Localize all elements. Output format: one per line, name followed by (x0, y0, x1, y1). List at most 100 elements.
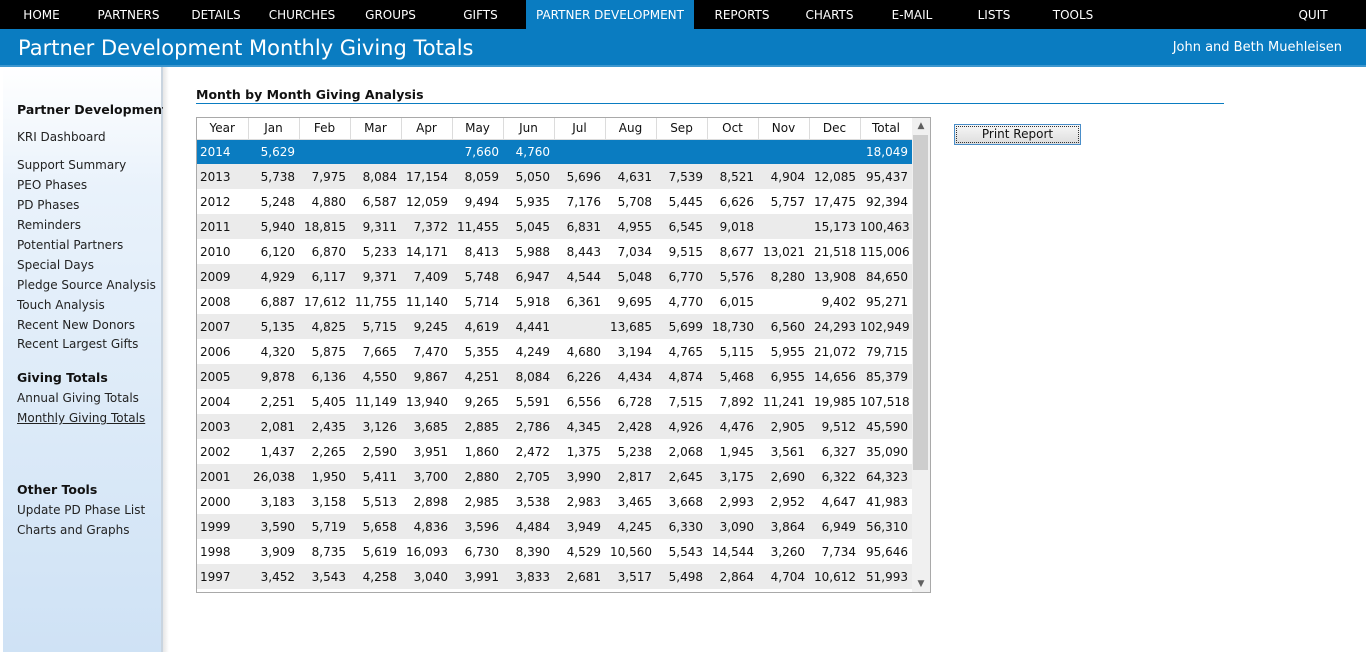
nav-home[interactable]: HOME (0, 0, 83, 29)
table-row[interactable]: 2012 5,248 4,880 6,587 12,059 9,494 5,935 7,176… (197, 189, 912, 214)
user-name: John and Beth Muehleisen (1172, 40, 1342, 55)
nav-gifts[interactable]: GIFTS (435, 0, 526, 29)
amount-cell: 6,770 (656, 264, 707, 289)
amount-cell: 7,515 (656, 389, 707, 414)
amount-cell: 6,226 (554, 364, 605, 389)
nav-lists[interactable]: LISTS (955, 0, 1033, 29)
sidebar-link-support-summary[interactable]: Support Summary (17, 158, 126, 172)
column-header-dec[interactable]: Dec (809, 118, 861, 140)
sidebar-link-annual-giving-totals[interactable]: Annual Giving Totals (17, 391, 139, 405)
amount-cell: 5,238 (605, 439, 656, 464)
amount-cell: 7,975 (299, 164, 350, 189)
nav-churches[interactable]: CHURCHES (258, 0, 346, 29)
column-header-total[interactable]: Total (860, 118, 913, 140)
sidebar-link-special-days[interactable]: Special Days (17, 258, 94, 272)
amount-cell: 4,770 (656, 289, 707, 314)
column-header-year[interactable]: Year (197, 118, 249, 140)
amount-cell: 5,411 (350, 464, 401, 489)
amount-cell: 5,050 (503, 164, 554, 189)
table-row[interactable]: 2005 9,878 6,136 4,550 9,867 4,251 8,084 6,226 4… (197, 364, 912, 389)
column-header-aug[interactable]: Aug (605, 118, 657, 140)
column-header-apr[interactable]: Apr (401, 118, 453, 140)
amount-cell: 3,175 (707, 464, 758, 489)
table-row[interactable]: 2000 3,183 3,158 5,513 2,898 2,985 3,538 2,983 3… (197, 489, 912, 514)
nav-email[interactable]: E-MAIL (869, 0, 955, 29)
nav-reports[interactable]: REPORTS (694, 0, 790, 29)
sidebar-link-recent-new-donors[interactable]: Recent New Donors (17, 318, 135, 332)
table-row[interactable]: 1998 3,909 8,735 5,619 16,093 6,730 8,390 4,529… (197, 539, 912, 564)
sidebar-link-pd-phases[interactable]: PD Phases (17, 198, 79, 212)
amount-cell: 5,714 (452, 289, 503, 314)
amount-cell: 2,251 (248, 389, 299, 414)
column-header-may[interactable]: May (452, 118, 504, 140)
scroll-up-icon[interactable]: ▲ (912, 118, 930, 134)
amount-cell: 3,090 (707, 514, 758, 539)
table-row[interactable]: 2004 2,251 5,405 11,149 13,940 9,265 5,591 6,55… (197, 389, 912, 414)
nav-partner-development[interactable]: PARTNER DEVELOPMENT (526, 0, 694, 29)
table-row[interactable]: 2014 5,629 7,660 4,760 18,049 (197, 139, 912, 164)
year-cell: 2008 (197, 289, 248, 314)
amount-cell: 2,952 (758, 489, 809, 514)
column-header-nov[interactable]: Nov (758, 118, 810, 140)
amount-cell: 4,619 (452, 314, 503, 339)
column-header-mar[interactable]: Mar (350, 118, 402, 140)
vertical-scrollbar[interactable]: ▲ ▼ (912, 118, 930, 592)
amount-cell: 4,631 (605, 164, 656, 189)
amount-cell: 3,040 (401, 564, 452, 589)
sidebar-link-peo-phases[interactable]: PEO Phases (17, 178, 87, 192)
table-row[interactable]: 2011 5,940 18,815 9,311 7,372 11,455 5,045 6,83… (197, 214, 912, 239)
table-row[interactable]: 2010 6,120 6,870 5,233 14,171 8,413 5,988 8,443… (197, 239, 912, 264)
sidebar-link-kri-dashboard[interactable]: KRI Dashboard (17, 130, 106, 144)
nav-tools[interactable]: TOOLS (1033, 0, 1113, 29)
column-header-feb[interactable]: Feb (299, 118, 351, 140)
amount-cell: 45,590 (860, 414, 912, 439)
column-header-jul[interactable]: Jul (554, 118, 606, 140)
table-row[interactable]: 2009 4,929 6,117 9,371 7,409 5,748 6,947 4,544 5… (197, 264, 912, 289)
table-row[interactable]: 2003 2,081 2,435 3,126 3,685 2,885 2,786 4,345 2… (197, 414, 912, 439)
nav-details[interactable]: DETAILS (174, 0, 258, 29)
column-header-jan[interactable]: Jan (248, 118, 300, 140)
amount-cell: 5,738 (248, 164, 299, 189)
year-cell: 2002 (197, 439, 248, 464)
table-row[interactable]: 2008 6,887 17,612 11,755 11,140 5,714 5,918 6,3… (197, 289, 912, 314)
amount-cell: 6,870 (299, 239, 350, 264)
nav-groups[interactable]: GROUPS (346, 0, 435, 29)
sidebar-link-pledge-source-analysis[interactable]: Pledge Source Analysis (17, 278, 156, 292)
scrollbar-thumb[interactable] (913, 135, 928, 470)
amount-cell: 5,935 (503, 189, 554, 214)
table-row[interactable]: 2007 5,135 4,825 5,715 9,245 4,619 4,441 13,685… (197, 314, 912, 339)
column-header-oct[interactable]: Oct (707, 118, 759, 140)
amount-cell: 2,645 (656, 464, 707, 489)
amount-cell: 9,265 (452, 389, 503, 414)
table-row[interactable]: 1999 3,590 5,719 5,658 4,836 3,596 4,484 3,949 4… (197, 514, 912, 539)
sidebar-link-monthly-giving-totals[interactable]: Monthly Giving Totals (17, 411, 145, 425)
table-row[interactable]: 2002 1,437 2,265 2,590 3,951 1,860 2,472 1,375 5… (197, 439, 912, 464)
print-report-button[interactable]: Print Report (954, 124, 1081, 145)
column-header-sep[interactable]: Sep (656, 118, 708, 140)
amount-cell: 15,173 (809, 214, 860, 239)
column-header-jun[interactable]: Jun (503, 118, 555, 140)
sidebar-link-charts-and-graphs[interactable]: Charts and Graphs (17, 523, 130, 537)
sidebar-link-update-pd-phase-list[interactable]: Update PD Phase List (17, 503, 145, 517)
scroll-down-icon[interactable]: ▼ (912, 576, 930, 592)
nav-quit[interactable]: QUIT (1270, 0, 1356, 29)
sidebar-link-potential-partners[interactable]: Potential Partners (17, 238, 123, 252)
sidebar-link-reminders[interactable]: Reminders (17, 218, 81, 232)
table-row[interactable]: 1997 3,452 3,543 4,258 3,040 3,991 3,833 2,681 3… (197, 564, 912, 589)
amount-cell: 6,887 (248, 289, 299, 314)
amount-cell: 7,409 (401, 264, 452, 289)
amount-cell: 6,136 (299, 364, 350, 389)
table-row[interactable]: 2001 26,038 1,950 5,411 3,700 2,880 2,705 3,990… (197, 464, 912, 489)
sidebar-link-recent-largest-gifts[interactable]: Recent Largest Gifts (17, 337, 138, 351)
table-row[interactable]: 2013 5,738 7,975 8,084 17,154 8,059 5,050 5,696… (197, 164, 912, 189)
nav-charts[interactable]: CHARTS (790, 0, 869, 29)
amount-cell: 5,696 (554, 164, 605, 189)
amount-cell: 2,864 (707, 564, 758, 589)
amount-cell: 7,734 (809, 539, 860, 564)
amount-cell (401, 139, 452, 164)
sidebar-link-touch-analysis[interactable]: Touch Analysis (17, 298, 105, 312)
nav-partners[interactable]: PARTNERS (83, 0, 174, 29)
amount-cell (809, 139, 860, 164)
table-row[interactable]: 2006 4,320 5,875 7,665 7,470 5,355 4,249 4,680 3… (197, 339, 912, 364)
amount-cell: 6,587 (350, 189, 401, 214)
